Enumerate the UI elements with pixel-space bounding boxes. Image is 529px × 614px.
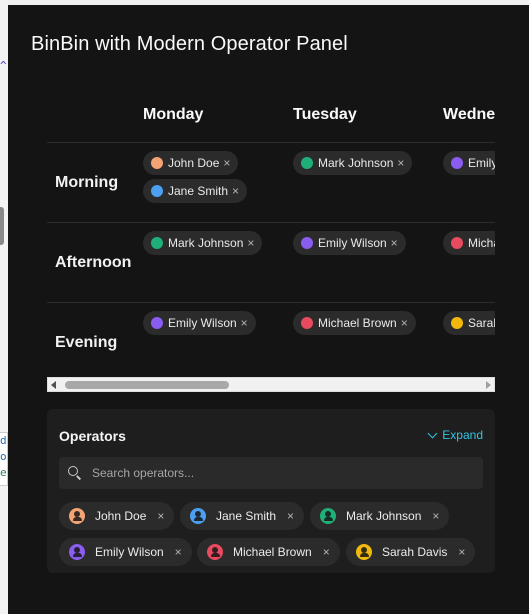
operator-color-dot (301, 237, 313, 249)
chip-label: Mark Johnson (168, 236, 244, 250)
assignment-chip[interactable]: Emily Wilson × (143, 311, 256, 335)
user-avatar-icon (69, 508, 85, 524)
remove-icon[interactable]: × (232, 184, 239, 198)
remove-icon[interactable]: × (323, 545, 330, 559)
slot-label-afternoon: Afternoon (55, 254, 132, 271)
assignment-chip[interactable]: Mark Johnson × (293, 151, 413, 175)
operator-color-dot (151, 317, 163, 329)
remove-icon[interactable]: × (397, 156, 404, 170)
operator-chip[interactable]: Sarah Davis × (346, 538, 476, 566)
operator-chip[interactable]: Emily Wilson × (59, 538, 192, 566)
remove-icon[interactable]: × (458, 545, 465, 559)
operator-color-dot (451, 237, 463, 249)
day-header-tuesday: Tuesday (293, 106, 357, 123)
row-divider (47, 142, 495, 143)
scroll-right-arrow-icon[interactable] (486, 381, 491, 389)
chip-label: Sarah Davis (468, 316, 495, 330)
row-divider (47, 302, 495, 303)
chip-label: Emily Wilson (468, 156, 495, 170)
scrollbar-thumb[interactable] (65, 381, 229, 389)
scheduler-modal: BinBin with Modern Operator Panel Monday… (8, 5, 529, 614)
remove-icon[interactable]: × (241, 316, 248, 330)
remove-icon[interactable]: × (391, 236, 398, 250)
chip-label: Jane Smith (168, 184, 229, 198)
remove-icon[interactable]: × (175, 545, 182, 559)
operator-color-dot (151, 237, 163, 249)
assignment-chip[interactable]: Emily Wilson × (443, 151, 495, 175)
chevron-down-icon (427, 428, 438, 438)
chip-label: Mark Johnson (318, 156, 394, 170)
chip-label: Emily Wilson (168, 316, 237, 330)
operator-name: Mark Johnson (346, 509, 422, 523)
operator-name: Michael Brown (233, 545, 312, 559)
remove-icon[interactable]: × (247, 236, 254, 250)
assignment-chip[interactable]: Mark Johnson × (143, 231, 263, 255)
assignment-chip[interactable]: Jane Smith × (143, 179, 248, 203)
day-header-monday: Monday (143, 106, 204, 123)
operator-color-dot (301, 317, 313, 329)
operator-chip[interactable]: John Doe × (59, 502, 175, 530)
row-divider (47, 222, 495, 223)
remove-icon[interactable]: × (432, 509, 439, 523)
operator-color-dot (451, 317, 463, 329)
background-page: ^ doe (0, 0, 8, 614)
search-icon (68, 466, 82, 480)
schedule-grid: Monday Tuesday Wednesday Morning Afterno… (47, 101, 495, 383)
user-avatar-icon (190, 508, 206, 524)
operator-color-dot (151, 157, 163, 169)
background-tab (0, 207, 4, 245)
operator-name: Sarah Davis (382, 545, 448, 559)
user-avatar-icon (356, 544, 372, 560)
user-avatar-icon (207, 544, 223, 560)
operator-name: Emily Wilson (95, 545, 164, 559)
page-title: BinBin with Modern Operator Panel (31, 33, 348, 55)
background-code-snippet: doe (0, 432, 8, 486)
operator-chip[interactable]: Mark Johnson × (310, 502, 450, 530)
search-field[interactable] (59, 457, 483, 489)
operator-color-dot (451, 157, 463, 169)
remove-icon[interactable]: × (157, 509, 164, 523)
assignment-chip[interactable]: Emily Wilson × (293, 231, 406, 255)
day-header-wednesday: Wednesday (443, 106, 495, 123)
remove-icon[interactable]: × (287, 509, 294, 523)
remove-icon[interactable]: × (401, 316, 408, 330)
operators-title: Operators (59, 428, 126, 444)
operator-chip[interactable]: Michael Brown × (197, 538, 340, 566)
chip-label: John Doe (168, 156, 220, 170)
operator-name: John Doe (95, 509, 147, 523)
operator-name: Jane Smith (216, 509, 277, 523)
assignment-chip[interactable]: Michael Brown × (293, 311, 416, 335)
assignment-chip[interactable]: Sarah Davis × (443, 311, 495, 335)
operator-chip[interactable]: Jane Smith × (180, 502, 305, 530)
operators-panel: Operators Expand John Doe × Jane Smith ×… (47, 409, 495, 573)
user-avatar-icon (69, 544, 85, 560)
expand-button[interactable]: Expand (427, 428, 483, 442)
remove-icon[interactable]: × (223, 156, 230, 170)
chip-label: Michael Brown (318, 316, 397, 330)
background-glyph: ^ (0, 59, 7, 72)
expand-label: Expand (442, 428, 483, 442)
slot-label-morning: Morning (55, 174, 119, 191)
chip-label: Michael Brown (468, 236, 495, 250)
horizontal-scrollbar[interactable] (47, 377, 495, 392)
scroll-left-arrow-icon[interactable] (51, 381, 56, 389)
operator-color-dot (301, 157, 313, 169)
search-input[interactable] (92, 466, 472, 480)
user-avatar-icon (320, 508, 336, 524)
slot-label-evening: Evening (55, 334, 118, 351)
operator-color-dot (151, 185, 163, 197)
assignment-chip[interactable]: John Doe × (143, 151, 239, 175)
assignment-chip[interactable]: Michael Brown × (443, 231, 495, 255)
chip-label: Emily Wilson (318, 236, 387, 250)
